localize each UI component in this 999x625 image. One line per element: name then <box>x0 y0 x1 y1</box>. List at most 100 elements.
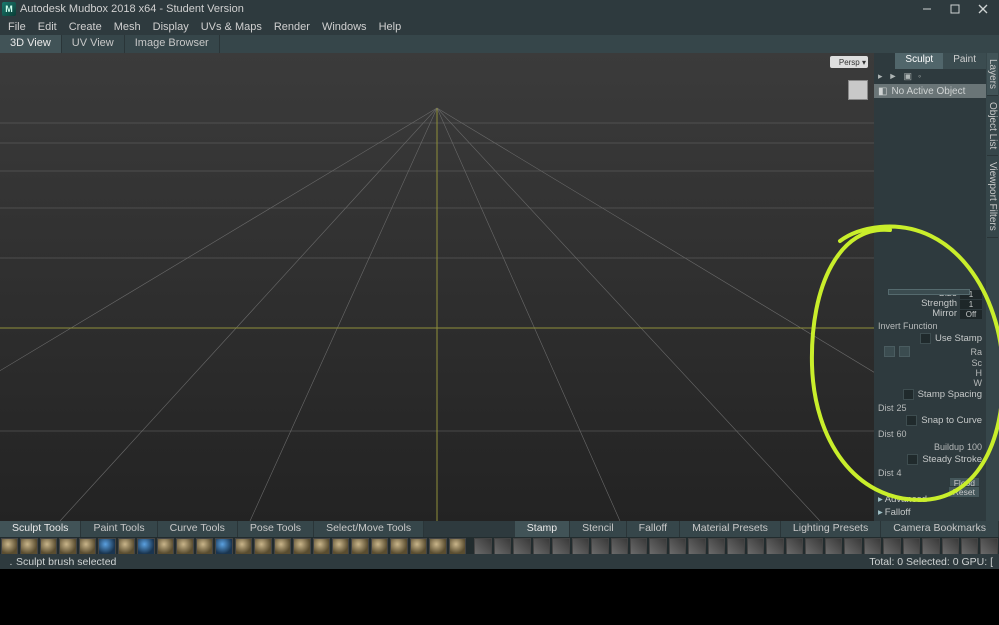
stamp-thumb[interactable] <box>747 538 764 554</box>
steady-stroke-checkbox[interactable] <box>907 454 918 465</box>
stamp-thumb[interactable] <box>825 538 842 554</box>
properties-scrollbar-top[interactable] <box>888 289 970 295</box>
tool-thumb[interactable] <box>410 538 427 554</box>
stamp-spacing-checkbox[interactable] <box>903 389 914 400</box>
stamp-thumb[interactable] <box>766 538 783 554</box>
tray-tab-select-tools[interactable]: Select/Move Tools <box>314 521 424 537</box>
stamp-thumb[interactable] <box>942 538 959 554</box>
menu-edit[interactable]: Edit <box>33 21 62 33</box>
tray-tab-material-presets[interactable]: Material Presets <box>680 521 781 537</box>
section-falloff[interactable]: ▸ Falloff <box>878 506 982 519</box>
stamp-thumb[interactable] <box>533 538 550 554</box>
tool-thumb[interactable] <box>449 538 466 554</box>
stamp-thumb[interactable] <box>591 538 608 554</box>
layer-misc-icon[interactable]: ◦ <box>918 71 921 81</box>
layer-next-icon[interactable]: ► <box>889 71 898 81</box>
stamp-thumb[interactable] <box>708 538 725 554</box>
menu-create[interactable]: Create <box>64 21 107 33</box>
tool-thumb[interactable] <box>313 538 330 554</box>
menu-mesh[interactable]: Mesh <box>109 21 146 33</box>
tool-thumb[interactable] <box>215 538 232 554</box>
right-tab-sculpt[interactable]: Sculpt <box>895 53 943 69</box>
side-tab-layers[interactable]: Layers <box>987 53 998 96</box>
tool-thumb[interactable] <box>274 538 291 554</box>
stamp-thumb[interactable] <box>630 538 647 554</box>
prop-mirror-value[interactable]: Off <box>960 310 982 319</box>
stamp-thumb[interactable] <box>864 538 881 554</box>
tab-3d-view[interactable]: 3D View <box>0 35 62 53</box>
layer-prev-icon[interactable]: ▸ <box>878 71 883 82</box>
stamp-swatch-1[interactable] <box>884 346 895 357</box>
tray-tab-curve-tools[interactable]: Curve Tools <box>158 521 238 537</box>
tray-tab-paint-tools[interactable]: Paint Tools <box>81 521 157 537</box>
dist1-value[interactable]: 25 <box>897 403 907 413</box>
tool-thumb[interactable] <box>40 538 57 554</box>
prop-strength-value[interactable]: 1 <box>960 300 982 309</box>
stamp-thumb[interactable] <box>572 538 589 554</box>
tool-thumb[interactable] <box>59 538 76 554</box>
stamp-thumb[interactable] <box>669 538 686 554</box>
tool-thumb[interactable] <box>118 538 135 554</box>
stamp-thumb[interactable] <box>552 538 569 554</box>
tray-tab-stamp[interactable]: Stamp <box>515 521 570 537</box>
tab-uv-view[interactable]: UV View <box>62 35 125 53</box>
tool-thumb[interactable] <box>196 538 213 554</box>
side-tab-viewport-filters[interactable]: Viewport Filters <box>987 156 998 238</box>
tool-thumb[interactable] <box>1 538 18 554</box>
view-cube[interactable] <box>848 80 868 100</box>
tool-thumb[interactable] <box>20 538 37 554</box>
stamp-thumb[interactable] <box>688 538 705 554</box>
menu-render[interactable]: Render <box>269 21 315 33</box>
stamp-thumb[interactable] <box>883 538 900 554</box>
minimize-button[interactable] <box>913 0 941 18</box>
stamp-thumb[interactable] <box>513 538 530 554</box>
stamp-thumb[interactable] <box>844 538 861 554</box>
active-object-slot[interactable]: ◧ No Active Object <box>874 84 986 98</box>
tray-tab-lighting-presets[interactable]: Lighting Presets <box>781 521 881 537</box>
menu-help[interactable]: Help <box>374 21 407 33</box>
buildup-value[interactable]: 100 <box>967 442 982 452</box>
tray-tab-sculpt-tools[interactable]: Sculpt Tools <box>0 521 81 537</box>
stamp-thumb[interactable] <box>980 538 997 554</box>
menu-display[interactable]: Display <box>148 21 194 33</box>
reset-button[interactable]: Reset <box>948 486 980 498</box>
stamp-thumb[interactable] <box>494 538 511 554</box>
stamp-thumb[interactable] <box>474 538 491 554</box>
visibility-icon[interactable]: ◧ <box>878 86 887 97</box>
tool-thumb[interactable] <box>332 538 349 554</box>
stamp-thumb[interactable] <box>805 538 822 554</box>
menu-uvs[interactable]: UVs & Maps <box>196 21 267 33</box>
tray-tab-camera-bookmarks[interactable]: Camera Bookmarks <box>881 521 999 537</box>
tool-thumb[interactable] <box>254 538 271 554</box>
stamp-thumb[interactable] <box>727 538 744 554</box>
viewport-3d[interactable]: Persp ▾ <box>0 53 874 521</box>
tool-thumb[interactable] <box>157 538 174 554</box>
tool-thumb[interactable] <box>176 538 193 554</box>
stamp-swatch-2[interactable] <box>899 346 910 357</box>
dist2-value[interactable]: 60 <box>897 429 907 439</box>
tab-image-browser[interactable]: Image Browser <box>125 35 220 53</box>
tool-thumb[interactable] <box>390 538 407 554</box>
tray-tab-falloff[interactable]: Falloff <box>627 521 680 537</box>
close-button[interactable] <box>969 0 997 18</box>
stamp-thumb[interactable] <box>961 538 978 554</box>
tool-thumb[interactable] <box>235 538 252 554</box>
snap-to-curve-checkbox[interactable] <box>906 415 917 426</box>
stamp-thumb[interactable] <box>903 538 920 554</box>
stamp-thumb[interactable] <box>649 538 666 554</box>
menu-windows[interactable]: Windows <box>317 21 372 33</box>
menu-file[interactable]: File <box>3 21 31 33</box>
stamp-thumb[interactable] <box>611 538 628 554</box>
tool-thumb[interactable] <box>351 538 368 554</box>
tool-thumb[interactable] <box>293 538 310 554</box>
right-tab-paint[interactable]: Paint <box>943 53 986 69</box>
maximize-button[interactable] <box>941 0 969 18</box>
use-stamp-checkbox[interactable] <box>920 333 931 344</box>
tool-thumb[interactable] <box>79 538 96 554</box>
stamp-thumb[interactable] <box>786 538 803 554</box>
tray-tab-pose-tools[interactable]: Pose Tools <box>238 521 314 537</box>
layer-options-icon[interactable]: ▣ <box>903 71 912 82</box>
dist3-value[interactable]: 4 <box>897 468 902 478</box>
side-tab-object-list[interactable]: Object List <box>987 96 998 156</box>
stamp-thumb[interactable] <box>922 538 939 554</box>
